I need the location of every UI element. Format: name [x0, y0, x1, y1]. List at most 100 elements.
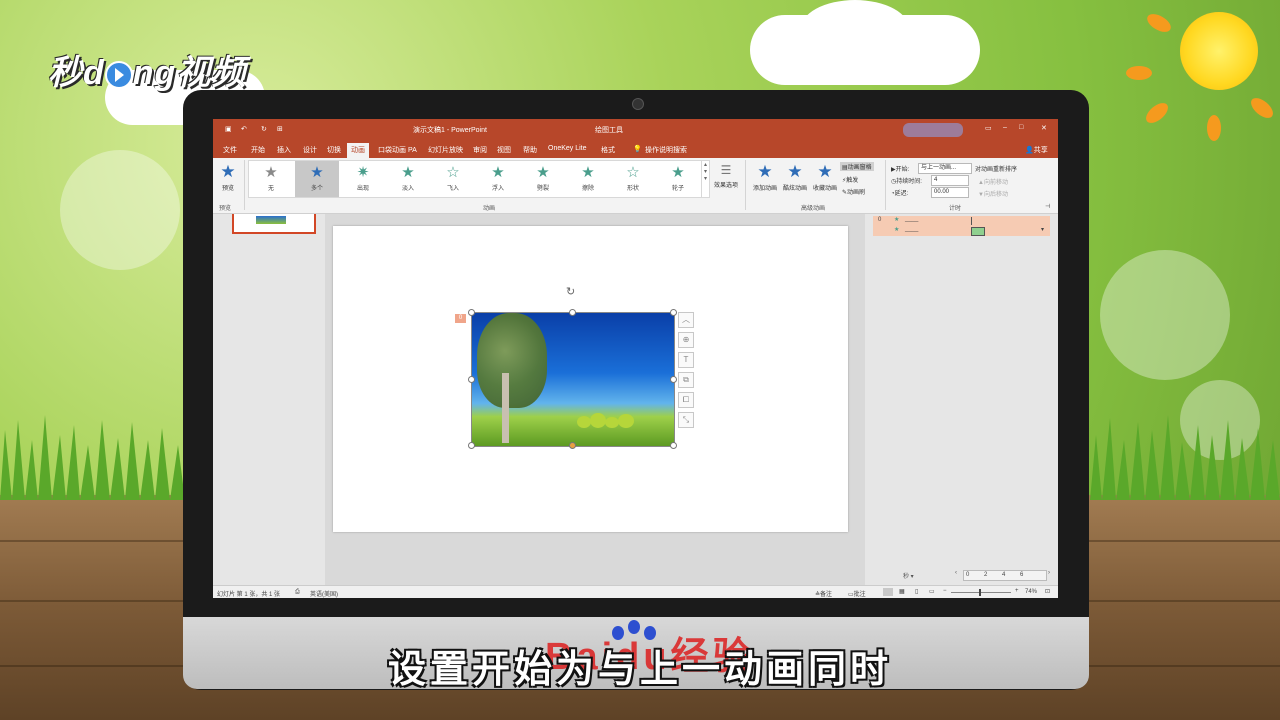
tab-file[interactable]: 文件 [223, 145, 237, 155]
tab-animations[interactable]: 动画 [347, 143, 369, 159]
anim-multiple[interactable]: ★ 多个 [295, 161, 339, 197]
comments-button[interactable]: ▭批注 [848, 589, 866, 598]
trigger-label: 触发 [846, 178, 859, 184]
tab-onekey[interactable]: OneKey Lite [548, 145, 587, 152]
zoom-slider-thumb[interactable] [979, 589, 981, 596]
redo-icon[interactable]: ↻ [261, 125, 267, 133]
slide[interactable]: 0 ↻ ︿ ⊕ T ⧉ ⧠ ⤡ [333, 226, 848, 532]
star-icon: ★ [894, 217, 900, 223]
seconds-dropdown[interactable]: 秒 ▾ [903, 571, 914, 580]
animation-pane-button[interactable]: ▤动画窗格 [840, 162, 874, 171]
maximize-icon[interactable]: □ [1019, 124, 1023, 131]
tab-pocket-animation[interactable]: 口袋动画 PA [378, 145, 417, 155]
timeline-tick: 4 [1002, 572, 1006, 578]
layout-options-icon[interactable]: ⊕ [678, 332, 694, 348]
tab-transitions[interactable]: 切换 [327, 145, 341, 155]
anim-wipe[interactable]: ★ 擦除 [566, 161, 610, 197]
normal-view-icon[interactable] [883, 588, 893, 596]
resize-handle[interactable] [468, 309, 475, 316]
tell-me-search[interactable]: 操作说明搜索 [645, 145, 687, 155]
timeline-ruler: 0 2 4 6 [963, 570, 1047, 581]
dropdown-arrow-icon[interactable]: ▾ [1041, 226, 1044, 233]
tab-insert[interactable]: 插入 [277, 145, 291, 155]
zoom-slider[interactable] [951, 592, 1011, 593]
start-dropdown[interactable]: 与上一动画... [918, 163, 972, 174]
anim-wheel[interactable]: ★ 轮子 [656, 161, 700, 197]
selected-picture[interactable] [471, 312, 675, 447]
rotate-handle-icon[interactable]: ↻ [566, 287, 576, 298]
delay-input[interactable]: 00.00 [931, 187, 969, 198]
divider [885, 160, 886, 210]
resize-handle[interactable] [670, 376, 677, 383]
zoom-out-icon[interactable]: − [943, 588, 947, 594]
slide-sorter-icon[interactable]: ▦ [899, 588, 905, 595]
crop-icon[interactable]: ⧠ [678, 392, 694, 408]
notes-button[interactable]: ≙备注 [815, 589, 832, 598]
anim-none[interactable]: ★ 无 [249, 161, 293, 197]
anim-fade[interactable]: ★ 淡入 [386, 161, 430, 197]
animation-list-item[interactable]: 0 ★ ____ [873, 216, 1050, 226]
reading-view-icon[interactable]: ▯ [915, 588, 918, 595]
animation-painter-button[interactable]: ✎动画刷 [842, 187, 865, 196]
slideshow-icon[interactable]: ▭ [929, 588, 935, 595]
bokeh-light [60, 150, 180, 270]
cool-animation-button[interactable]: ★ 酷炫动画 [778, 161, 812, 192]
start-label-text: 开始: [895, 167, 910, 173]
resize-handle[interactable] [569, 309, 576, 316]
animation-list-item[interactable]: ★ ____ ▾ [873, 226, 1050, 236]
save-icon[interactable]: ▣ [225, 125, 232, 133]
language-indicator[interactable]: 英语(美国) [310, 589, 338, 598]
text-wrap-icon[interactable]: T [678, 352, 694, 368]
spellcheck-icon[interactable]: ⎙ [295, 589, 300, 596]
collapse-icon[interactable]: ︿ [678, 312, 694, 328]
scroll-right-icon[interactable]: › [1048, 570, 1050, 576]
tab-format[interactable]: 格式 [601, 145, 615, 155]
anim-fly-in[interactable]: ☆ 飞入 [431, 161, 475, 197]
fit-slide-icon[interactable]: ⊡ [1045, 588, 1050, 595]
effect-options-icon: ☰ [720, 163, 732, 177]
anim-appear[interactable]: ✷ 出现 [341, 161, 385, 197]
anim-split[interactable]: ★ 劈裂 [521, 161, 565, 197]
tab-slideshow[interactable]: 幻灯片放映 [428, 145, 463, 155]
effect-options-button[interactable]: ☰ 效果选项 [710, 160, 742, 189]
favorite-animation-button[interactable]: ★ 收藏动画 [808, 161, 842, 192]
undo-icon[interactable]: ↶ [241, 125, 247, 133]
zoom-level[interactable]: 74% [1025, 589, 1037, 595]
preview-button[interactable]: ★ 预览 [215, 161, 241, 192]
move-later-button[interactable]: ▼向后移动 [978, 189, 1008, 198]
preview-label: 预览 [221, 186, 234, 192]
anim-float-in[interactable]: ★ 浮入 [476, 161, 520, 197]
pin-icon[interactable]: ⊣ [1045, 203, 1050, 210]
resize-handle[interactable] [468, 376, 475, 383]
trigger-button[interactable]: ⚡触发 [842, 175, 858, 184]
duration-input[interactable]: 4 [931, 175, 969, 186]
move-earlier-button[interactable]: ▲向前移动 [978, 177, 1008, 186]
tab-help[interactable]: 帮助 [523, 145, 537, 155]
add-animation-button[interactable]: ★ 添加动画 [748, 161, 782, 192]
tab-review[interactable]: 审阅 [473, 145, 487, 155]
resize-handle[interactable] [670, 309, 677, 316]
ribbon-display-icon[interactable]: ▭ [985, 124, 992, 132]
present-icon[interactable]: ⊞ [277, 125, 283, 133]
resize-handle[interactable] [569, 442, 576, 449]
timeline-tick: 2 [984, 572, 988, 578]
slide-thumbnail-1[interactable] [232, 214, 316, 234]
scroll-left-icon[interactable]: ‹ [955, 570, 957, 576]
anim-label: 出现 [356, 186, 369, 192]
expand-icon[interactable]: ⤡ [678, 412, 694, 428]
minimize-icon[interactable]: – [1003, 124, 1007, 131]
zoom-in-icon[interactable]: + [1015, 588, 1019, 594]
copy-icon[interactable]: ⧉ [678, 372, 694, 388]
close-icon[interactable]: ✕ [1041, 124, 1047, 132]
anim-shape[interactable]: ☆ 形状 [611, 161, 655, 197]
duration-label: ◷持续时间: [891, 176, 922, 185]
tab-home[interactable]: 开始 [251, 145, 265, 155]
tab-view[interactable]: 视图 [497, 145, 511, 155]
resize-handle[interactable] [670, 442, 677, 449]
share-button[interactable]: 👤共享 [1025, 145, 1048, 155]
duration-value: 4 [934, 177, 938, 183]
gallery-scroll[interactable]: ▴ ▾ ▾ [701, 161, 709, 197]
tab-design[interactable]: 设计 [303, 145, 317, 155]
tree [477, 313, 547, 408]
resize-handle[interactable] [468, 442, 475, 449]
